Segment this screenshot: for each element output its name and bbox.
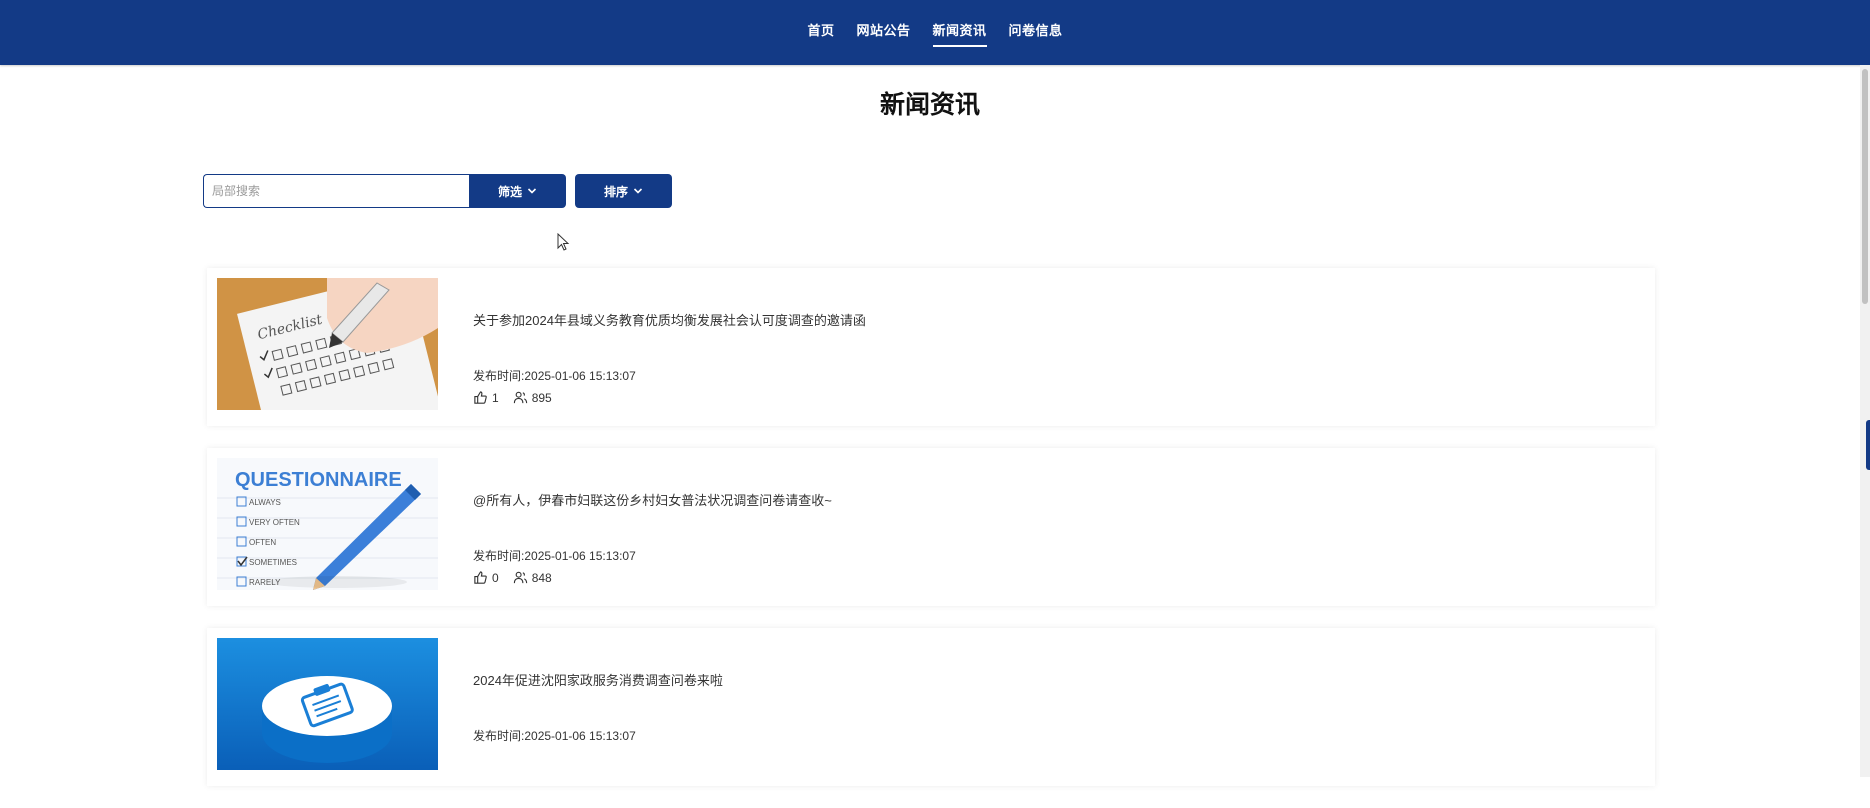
news-date-label: 发布时间: — [473, 729, 525, 743]
news-thumbnail-clipboard[interactable] — [217, 638, 438, 770]
news-list: Checklist 关于参加2024年县域义务教育优质均衡发展社会认可度调查的邀… — [207, 268, 1655, 808]
news-date-value: 2025-01-06 15:13:07 — [524, 369, 636, 383]
search-bar: 筛选 排序 — [203, 174, 672, 210]
likes-count: 1 — [492, 390, 499, 405]
filter-button[interactable]: 筛选 — [469, 174, 566, 208]
users-icon — [513, 571, 527, 584]
news-title[interactable]: @所有人，伊春市妇联这份乡村妇女普法状况调查问卷请查收~ — [473, 490, 832, 509]
news-date-value: 2025-01-06 15:13:07 — [524, 729, 636, 743]
sort-label: 排序 — [603, 184, 628, 199]
side-drawer-handle[interactable] — [1866, 420, 1870, 470]
news-card[interactable]: QUESTIONNAIRE ALWAYS VERY OFTEN OFTEN SO… — [207, 448, 1655, 606]
page-title: 新闻资讯 — [879, 90, 980, 119]
chevron-down-icon — [633, 188, 643, 194]
nav-menu: 首页 网站公告 新闻资讯 问卷信息 — [0, 0, 1870, 65]
svg-text:VERY OFTEN: VERY OFTEN — [249, 518, 300, 527]
svg-text:ALWAYS: ALWAYS — [249, 498, 281, 507]
filter-label: 筛选 — [497, 184, 522, 199]
news-card[interactable]: 2024年促进沈阳家政服务消费调查问卷来啦 发布时间:2025-01-06 15… — [207, 628, 1655, 786]
sort-button[interactable]: 排序 — [575, 174, 672, 208]
news-date: 发布时间:2025-01-06 15:13:07 — [473, 367, 636, 384]
news-title[interactable]: 关于参加2024年县域义务教育优质均衡发展社会认可度调查的邀请函 — [473, 310, 866, 329]
news-date: 发布时间:2025-01-06 15:13:07 — [473, 727, 636, 744]
news-date: 发布时间:2025-01-06 15:13:07 — [473, 547, 636, 564]
svg-text:SOMETIMES: SOMETIMES — [249, 558, 297, 567]
news-thumbnail-questionnaire[interactable]: QUESTIONNAIRE ALWAYS VERY OFTEN OFTEN SO… — [217, 458, 438, 590]
users-icon — [513, 391, 527, 404]
news-date-label: 发布时间: — [473, 369, 525, 383]
news-stats: 1 895 — [473, 390, 552, 405]
views-count: 848 — [531, 570, 552, 585]
questionnaire-heading: QUESTIONNAIRE — [235, 469, 402, 491]
news-thumbnail-checklist[interactable]: Checklist — [217, 278, 438, 410]
nav-item-announcements[interactable]: 网站公告 — [856, 22, 910, 44]
mouse-cursor-icon — [557, 233, 570, 251]
search-input[interactable] — [203, 174, 469, 208]
news-title[interactable]: 2024年促进沈阳家政服务消费调查问卷来啦 — [473, 670, 723, 689]
news-card[interactable]: Checklist 关于参加2024年县域义务教育优质均衡发展社会认可度调查的邀… — [207, 268, 1655, 426]
likes-count: 0 — [492, 570, 499, 585]
news-date-value: 2025-01-06 15:13:07 — [524, 549, 636, 563]
news-date-label: 发布时间: — [473, 549, 525, 563]
svg-text:OFTEN: OFTEN — [249, 538, 276, 547]
chevron-down-icon — [527, 188, 537, 194]
thumbs-up-icon[interactable] — [473, 570, 488, 585]
news-stats: 0 848 — [473, 570, 552, 585]
views-count: 895 — [531, 390, 552, 405]
thumbs-up-icon[interactable] — [473, 390, 488, 405]
top-nav: 首页 网站公告 新闻资讯 问卷信息 — [0, 0, 1870, 65]
nav-item-news[interactable]: 新闻资讯 — [932, 22, 987, 47]
nav-item-surveys[interactable]: 问卷信息 — [1009, 22, 1063, 44]
nav-item-home[interactable]: 首页 — [807, 22, 834, 44]
scrollbar-thumb[interactable] — [1862, 69, 1868, 304]
